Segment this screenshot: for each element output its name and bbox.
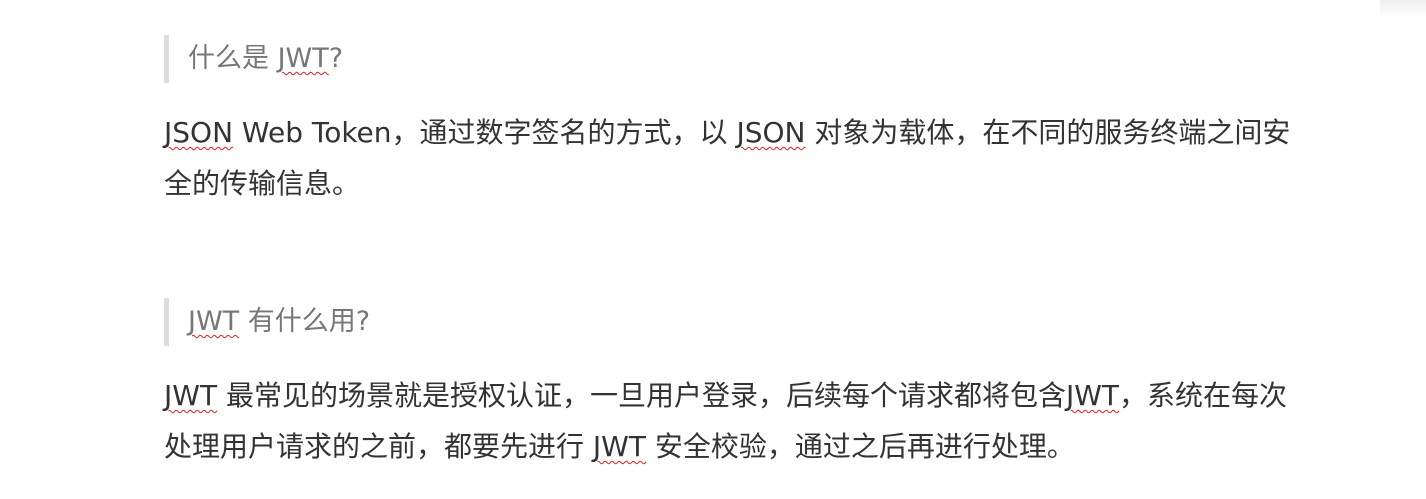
paragraph-jwt-usage: JWT 最常见的场景就是授权认证，一旦用户登录，后续每个请求都将包含JWT，系统… xyxy=(164,370,1364,472)
jwt-term: JWT xyxy=(164,379,218,412)
paragraph-line: 全的传输信息。 xyxy=(164,167,361,200)
paragraph-text: 最常见的场景就是授权认证，一旦用户登录，后续每个请求都将包含 xyxy=(217,379,1066,412)
paragraph-line: JWT 最常见的场景就是授权认证，一旦用户登录，后续每个请求都将包含JWT，系统… xyxy=(164,370,1364,421)
paragraph-line: 处理用户请求的之前，都要先进行 JWT 安全校验，通过之后再进行处理。 xyxy=(164,421,1364,472)
jwt-term: JWT xyxy=(1065,379,1119,412)
paragraph-text: ，系统在每次 xyxy=(1119,379,1288,412)
paragraph-text: 安全校验，通过之后再进行处理。 xyxy=(645,430,1075,463)
jwt-term: JWT xyxy=(188,306,240,337)
paragraph-text: 对象为载体，在不同的服务终端之间安 xyxy=(805,116,1291,149)
heading-question-mark: ? xyxy=(328,43,344,74)
jwt-term: JWT xyxy=(592,430,646,463)
json-term: JSON xyxy=(736,116,806,149)
heading-text: 有什么用? xyxy=(239,306,371,337)
paragraph-jwt-definition: JSON Web Token，通过数字签名的方式，以 JSON 对象为载体，在不… xyxy=(164,107,1364,209)
jwt-term: JWT xyxy=(277,43,329,74)
paragraph-text: Web Token，通过数字签名的方式，以 xyxy=(233,116,737,149)
paragraph-line: JSON Web Token，通过数字签名的方式，以 JSON 对象为载体，在不… xyxy=(164,107,1364,158)
paragraph-text: 处理用户请求的之前，都要先进行 xyxy=(164,430,593,463)
heading-text: 什么是 xyxy=(188,43,278,74)
top-decoration xyxy=(1380,0,1426,18)
heading-what-is-jwt: 什么是 JWT? xyxy=(164,35,1264,83)
json-term: JSON xyxy=(164,116,234,149)
heading-jwt-usage: JWT 有什么用? xyxy=(164,298,1264,346)
article: 什么是 JWT? JSON Web Token，通过数字签名的方式，以 JSON… xyxy=(0,0,1426,499)
